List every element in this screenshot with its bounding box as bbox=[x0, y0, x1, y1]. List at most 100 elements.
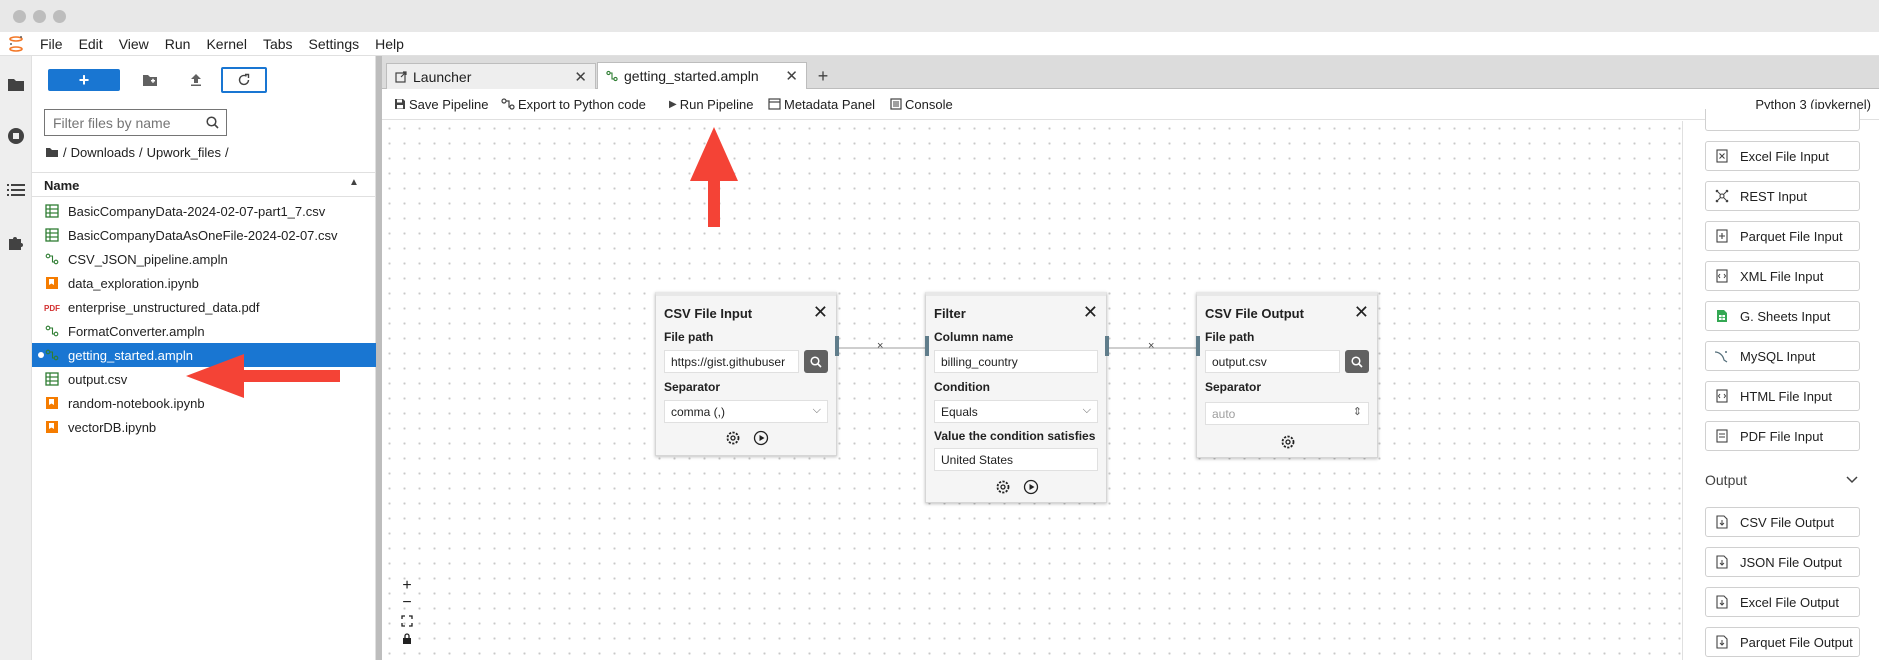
file-list-item[interactable]: vectorDB.ipynb bbox=[32, 415, 376, 439]
input-handle[interactable] bbox=[1196, 336, 1200, 356]
condition-select[interactable]: Equals ⌵ bbox=[934, 400, 1098, 423]
edge-delete-marker[interactable]: × bbox=[1148, 340, 1154, 352]
window-maximize-button[interactable] bbox=[53, 10, 66, 23]
file-list-item[interactable]: PDF enterprise_unstructured_data.pdf bbox=[32, 295, 376, 319]
node-filter[interactable]: Filter ✕ Column name billing_country Con… bbox=[925, 292, 1107, 503]
settings-gear-icon[interactable] bbox=[995, 479, 1011, 495]
menu-run[interactable]: Run bbox=[157, 36, 199, 52]
lock-icon[interactable] bbox=[399, 630, 415, 646]
breadcrumb-upwork-files[interactable]: Upwork_files bbox=[147, 145, 221, 160]
menu-bar: File Edit View Run Kernel Tabs Settings … bbox=[0, 32, 1879, 56]
file-list-item[interactable]: CSV_JSON_pipeline.ampln bbox=[32, 247, 376, 271]
input-handle[interactable] bbox=[925, 336, 929, 356]
run-pipeline-label: Run Pipeline bbox=[679, 96, 754, 112]
file-name: CSV_JSON_pipeline.ampln bbox=[68, 251, 228, 267]
name-column-header[interactable]: Name bbox=[44, 178, 79, 193]
column-name-field[interactable]: billing_country bbox=[934, 350, 1098, 373]
html-icon bbox=[1714, 388, 1730, 404]
sort-ascending-icon[interactable]: ▲ bbox=[349, 177, 359, 188]
save-pipeline-button[interactable]: Save Pipeline bbox=[394, 89, 489, 119]
palette-item[interactable]: REST Input bbox=[1705, 181, 1860, 211]
palette-item-label: Excel File Output bbox=[1740, 594, 1839, 610]
palette-item-partial[interactable] bbox=[1705, 109, 1860, 131]
menu-settings[interactable]: Settings bbox=[301, 36, 368, 52]
palette-item-label: HTML File Input bbox=[1740, 388, 1832, 404]
tab-getting-started[interactable]: getting_started.ampln ✕ bbox=[597, 62, 807, 89]
file-filter-input[interactable] bbox=[45, 110, 195, 135]
palette-item[interactable]: MySQL Input bbox=[1705, 341, 1860, 371]
file-name: enterprise_unstructured_data.pdf bbox=[68, 299, 260, 315]
new-tab-plus-icon[interactable]: + bbox=[812, 65, 834, 87]
zoom-out-icon[interactable]: − bbox=[399, 594, 415, 611]
separator-select[interactable]: auto ⇕ bbox=[1205, 402, 1369, 425]
pipeline-toolbar: Save Pipeline Export to Python code ▶ Ru… bbox=[382, 89, 1879, 120]
output-handle[interactable] bbox=[835, 336, 839, 356]
run-pipeline-button[interactable]: ▶ Run Pipeline bbox=[669, 89, 753, 119]
running-sessions-icon[interactable] bbox=[4, 124, 28, 148]
palette-item[interactable]: Parquet File Input bbox=[1705, 221, 1860, 251]
separator-select[interactable]: comma (,) ⌵ bbox=[664, 400, 828, 423]
close-icon[interactable]: ✕ bbox=[785, 67, 798, 85]
breadcrumb-downloads[interactable]: Downloads bbox=[71, 145, 135, 160]
table-of-contents-icon[interactable] bbox=[4, 178, 28, 202]
palette-item[interactable]: Excel File Output bbox=[1705, 587, 1860, 617]
settings-gear-icon[interactable] bbox=[725, 430, 741, 446]
tab-launcher[interactable]: Launcher ✕ bbox=[386, 63, 596, 89]
palette-item[interactable]: XML File Input bbox=[1705, 261, 1860, 291]
file-path-label: File path bbox=[664, 330, 714, 344]
close-icon[interactable]: ✕ bbox=[1083, 302, 1098, 323]
file-list-item[interactable]: BasicCompanyData-2024-02-07-part1_7.csv bbox=[32, 199, 376, 223]
run-node-icon[interactable] bbox=[1023, 479, 1039, 495]
file-list-item[interactable]: BasicCompanyDataAsOneFile-2024-02-07.csv bbox=[32, 223, 376, 247]
file-list-item[interactable]: data_exploration.ipynb bbox=[32, 271, 376, 295]
close-icon[interactable]: ✕ bbox=[813, 302, 828, 323]
palette-item[interactable]: PDF File Input bbox=[1705, 421, 1860, 451]
output-handle[interactable] bbox=[1105, 336, 1109, 356]
menu-tabs[interactable]: Tabs bbox=[255, 36, 301, 52]
fit-view-icon[interactable] bbox=[399, 613, 415, 629]
palette-item[interactable]: G. Sheets Input bbox=[1705, 301, 1860, 331]
pipeline-icon bbox=[44, 323, 60, 339]
palette-item[interactable]: CSV File Output bbox=[1705, 507, 1860, 537]
home-folder-icon[interactable] bbox=[45, 147, 59, 158]
close-icon[interactable]: ✕ bbox=[1354, 302, 1369, 323]
palette-item[interactable]: JSON File Output bbox=[1705, 547, 1860, 577]
node-csv-file-input[interactable]: CSV File Input ✕ File path https://gist.… bbox=[655, 292, 837, 456]
folder-icon[interactable] bbox=[4, 72, 28, 96]
console-button[interactable]: Console bbox=[890, 89, 953, 119]
metadata-panel-button[interactable]: Metadata Panel bbox=[768, 89, 875, 119]
node-csv-file-output[interactable]: CSV File Output ✕ File path output.csv S… bbox=[1196, 292, 1378, 458]
file-list-item[interactable]: FormatConverter.ampln bbox=[32, 319, 376, 343]
window-minimize-button[interactable] bbox=[33, 10, 46, 23]
output-section-title[interactable]: Output bbox=[1705, 472, 1747, 488]
close-icon[interactable]: ✕ bbox=[574, 68, 587, 86]
menu-edit[interactable]: Edit bbox=[71, 36, 111, 52]
menu-view[interactable]: View bbox=[111, 36, 157, 52]
export-python-button[interactable]: Export to Python code bbox=[501, 89, 646, 119]
window-close-button[interactable] bbox=[13, 10, 26, 23]
edge-delete-marker[interactable]: × bbox=[877, 340, 883, 352]
browse-file-button[interactable] bbox=[1345, 350, 1369, 373]
file-list-header[interactable]: Name ▲ bbox=[32, 172, 376, 197]
extensions-puzzle-icon[interactable] bbox=[4, 230, 28, 254]
upload-button[interactable] bbox=[184, 69, 208, 91]
palette-item[interactable]: Parquet File Output bbox=[1705, 627, 1860, 657]
satisfies-field[interactable]: United States bbox=[934, 448, 1098, 471]
menu-kernel[interactable]: Kernel bbox=[198, 36, 254, 52]
palette-item[interactable]: Excel File Input bbox=[1705, 141, 1860, 171]
palette-item[interactable]: HTML File Input bbox=[1705, 381, 1860, 411]
settings-gear-icon[interactable] bbox=[1280, 434, 1296, 450]
pipeline-icon bbox=[606, 70, 618, 82]
new-launcher-button[interactable]: + bbox=[48, 69, 120, 91]
chevron-down-icon[interactable] bbox=[1846, 476, 1858, 484]
new-folder-button[interactable] bbox=[138, 69, 162, 91]
file-path-field[interactable]: output.csv bbox=[1205, 350, 1340, 373]
run-node-icon[interactable] bbox=[753, 430, 769, 446]
browse-file-button[interactable] bbox=[804, 350, 828, 373]
file-path-field[interactable]: https://gist.githubuser bbox=[664, 350, 799, 373]
menu-file[interactable]: File bbox=[32, 36, 71, 52]
refresh-button[interactable] bbox=[221, 67, 267, 93]
file-name: data_exploration.ipynb bbox=[68, 275, 199, 291]
menu-help[interactable]: Help bbox=[367, 36, 412, 52]
zoom-in-icon[interactable]: + bbox=[399, 577, 415, 594]
